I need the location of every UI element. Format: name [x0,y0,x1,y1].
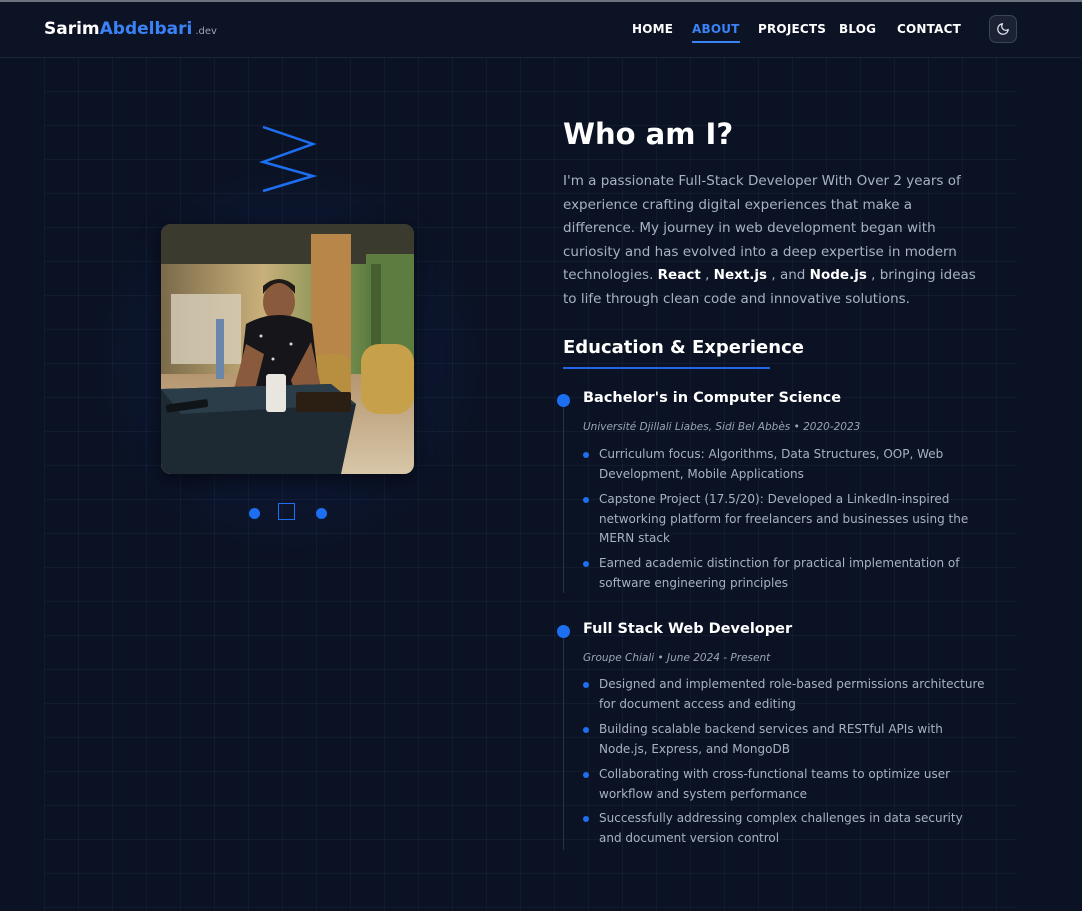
nav-projects[interactable]: PROJECTS [758,22,826,36]
tech-react: React [657,267,701,283]
experience-item-meta: Groupe Chiali • June 2024 - Present [583,652,771,664]
site-header: SarimAbdelbari .dev HOME ABOUT PROJECTS B… [0,2,1082,58]
bullet-dot [583,497,589,503]
intro-sep-2: , and [767,267,806,283]
about-intro: I'm a passionate Full-Stack Developer Wi… [563,170,988,311]
about-title: Who am I? [563,117,734,151]
education-heading-underline [563,367,770,369]
timeline-dot-1 [557,394,570,407]
bullet-dot [583,772,589,778]
profile-photo-illustration [161,224,414,474]
nav-contact[interactable]: CONTACT [897,22,961,36]
list-item: Earned academic distinction for practica… [599,556,960,590]
timeline-dot-2 [557,625,570,638]
experience-item-title: Full Stack Web Developer [583,621,793,637]
list-item: Building scalable backend services and R… [599,722,943,756]
intro-sep-1: , [700,267,710,283]
bullet-dot [583,816,589,822]
site-logo[interactable]: SarimAbdelbari .dev [44,19,217,39]
bullet-dot [583,452,589,458]
tech-nextjs: Next.js [713,267,768,283]
nav-blog[interactable]: BLOG [839,22,876,36]
logo-last-name: Abdelbari [99,19,193,39]
moon-icon [997,23,1009,35]
list-item: Collaborating with cross-functional team… [599,767,951,801]
education-item-meta: Université Djillali Liabes, Sidi Bel Abb… [583,421,861,433]
bullet-dot [583,561,589,567]
logo-tld: .dev [195,26,217,37]
list-item: Capstone Project (17.5/20): Developed a … [599,492,969,545]
bullet-dot [583,727,589,733]
list-item: Curriculum focus: Algorithms, Data Struc… [599,447,944,481]
bullet-dot [583,682,589,688]
list-item: Successfully addressing complex challeng… [599,811,963,845]
carousel-dot-1[interactable] [249,508,260,519]
timeline-line-1 [563,400,564,593]
logo-first-name: Sarim [44,19,100,39]
carousel-indicator-active[interactable] [278,503,295,520]
education-heading: Education & Experience [563,337,804,358]
list-item: Designed and implemented role-based perm… [599,677,985,711]
nav-home[interactable]: HOME [632,22,673,36]
carousel-dot-3[interactable] [316,508,327,519]
education-item-title: Bachelor's in Computer Science [583,390,842,406]
tech-nodejs: Node.js [809,267,867,283]
theme-toggle-button[interactable] [989,15,1017,43]
timeline-line-2 [563,631,564,850]
profile-photo [161,224,414,474]
zigzag-decoration [258,125,318,193]
nav-about[interactable]: ABOUT [692,22,740,43]
